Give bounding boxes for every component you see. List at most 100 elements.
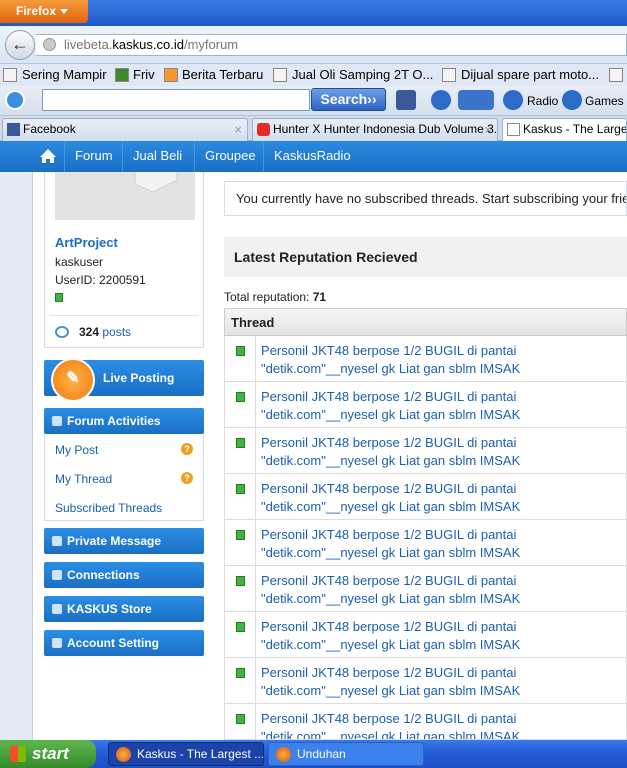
- bookmarks-bar: Sering Mampir Friv Berita Terbaru Jual O…: [0, 64, 627, 86]
- games-icon[interactable]: [562, 90, 582, 110]
- tab-strip: Facebook × Hunter X Hunter Indonesia Dub …: [0, 116, 627, 141]
- dropdown-arrow-icon: [60, 9, 69, 15]
- toolbar-logo-icon[interactable]: [5, 90, 25, 110]
- tab-kaskus[interactable]: Kaskus - The Largest: [502, 118, 627, 141]
- forum-activities-header[interactable]: Forum Activities: [44, 408, 204, 434]
- profile-username[interactable]: ArtProject: [55, 235, 118, 250]
- reputation-positive-icon: [236, 622, 245, 632]
- bookmark-friv[interactable]: Friv: [133, 67, 155, 82]
- thread-link[interactable]: Personil JKT48 berpose 1/2 BUGIL di pant…: [261, 710, 621, 739]
- posts-label: posts: [102, 325, 132, 339]
- tab-label: Hunter X Hunter Indonesia Dub Volume 3..…: [273, 122, 498, 136]
- radio-icon[interactable]: [503, 90, 523, 110]
- facebook-icon: [7, 123, 20, 136]
- kaskus-icon: [507, 123, 520, 136]
- connections-label: Connections: [67, 568, 140, 582]
- people-icon: [52, 570, 62, 580]
- facebook-icon[interactable]: [396, 90, 416, 110]
- thread-link[interactable]: Personil JKT48 berpose 1/2 BUGIL di pant…: [261, 664, 621, 700]
- toolbar-radio-label[interactable]: Radio: [527, 94, 558, 108]
- forum-activities-label: Forum Activities: [67, 414, 161, 428]
- reputation-positive-icon: [236, 346, 245, 356]
- reputation-positive-icon: [236, 484, 245, 494]
- taskbar-item-label: Unduhan: [297, 747, 346, 761]
- table-row: Personil JKT48 berpose 1/2 BUGIL di pant…: [224, 336, 627, 382]
- firefox-icon: [276, 747, 291, 762]
- thread-link[interactable]: Personil JKT48 berpose 1/2 BUGIL di pant…: [261, 572, 621, 608]
- post-count-value: 324: [79, 325, 100, 339]
- help-badge-icon[interactable]: ?: [181, 443, 193, 455]
- taskbar-item-unduhan[interactable]: Unduhan: [268, 742, 424, 766]
- table-row: Personil JKT48 berpose 1/2 BUGIL di pant…: [224, 382, 627, 428]
- wrench-icon: [52, 638, 62, 648]
- page-side-gutter: [0, 172, 33, 740]
- online-status-icon: [55, 293, 63, 302]
- reputation-positive-icon: [236, 576, 245, 586]
- bookmark-dijual-spare-part[interactable]: Dijual spare part moto...: [461, 67, 599, 82]
- lock-icon[interactable]: [431, 90, 451, 110]
- private-message-label: Private Message: [67, 534, 162, 548]
- firefox-menu-label: Firefox: [16, 4, 57, 18]
- bookmark-berita-terbaru[interactable]: Berita Terbaru: [182, 67, 263, 82]
- rss-icon: [164, 68, 178, 82]
- thread-link[interactable]: Personil JKT48 berpose 1/2 BUGIL di pant…: [261, 526, 621, 562]
- taskbar-item-label: Kaskus - The Largest ...: [137, 747, 264, 761]
- windows-logo-icon: [10, 746, 26, 762]
- table-row: Personil JKT48 berpose 1/2 BUGIL di pant…: [224, 428, 627, 474]
- nav-jual-beli[interactable]: Jual Beli: [122, 141, 192, 172]
- nav-kaskusradio[interactable]: KaskusRadio: [263, 141, 361, 172]
- home-icon[interactable]: [34, 141, 62, 172]
- account-setting-button[interactable]: Account Setting: [44, 630, 204, 656]
- back-button[interactable]: ←: [5, 30, 35, 60]
- connections-button[interactable]: Connections: [44, 562, 204, 588]
- sidebar-item-my-thread[interactable]: My Thread: [55, 472, 112, 486]
- thread-column-header[interactable]: Thread: [224, 308, 627, 336]
- close-icon[interactable]: ×: [484, 119, 492, 140]
- profile-user-id: UserID: 2200591: [55, 273, 146, 287]
- tab-hunter-x-hunter[interactable]: Hunter X Hunter Indonesia Dub Volume 3..…: [252, 118, 498, 141]
- account-setting-label: Account Setting: [67, 636, 159, 650]
- profile-role: kaskuser: [55, 255, 104, 269]
- live-posting-icon: ✎: [51, 358, 95, 402]
- url-domain: kaskus.co.id: [112, 37, 184, 52]
- toolbar-app-icon[interactable]: [458, 90, 494, 110]
- tab-facebook[interactable]: Facebook ×: [2, 118, 248, 141]
- thread-link[interactable]: Personil JKT48 berpose 1/2 BUGIL di pant…: [261, 388, 621, 424]
- firefox-icon: [116, 747, 131, 762]
- help-badge-icon[interactable]: ?: [181, 472, 193, 484]
- thread-link[interactable]: Personil JKT48 berpose 1/2 BUGIL di pant…: [261, 618, 621, 654]
- avatar[interactable]: [55, 172, 195, 220]
- url-bar[interactable]: livebeta.kaskus.co.id/myforum: [36, 34, 627, 56]
- kaskus-icon: [442, 68, 456, 82]
- nav-forum[interactable]: Forum: [64, 141, 123, 172]
- table-row: Personil JKT48 berpose 1/2 BUGIL di pant…: [224, 658, 627, 704]
- bookmark-jual-oli[interactable]: Jual Oli Samping 2T O...: [292, 67, 433, 82]
- total-reputation: Total reputation: 71: [224, 290, 326, 304]
- list-icon: [52, 416, 62, 426]
- bookmark-sering-mampir[interactable]: Sering Mampir: [22, 67, 107, 82]
- url-prefix: livebeta.: [64, 37, 113, 52]
- thread-link[interactable]: Personil JKT48 berpose 1/2 BUGIL di pant…: [261, 342, 621, 378]
- divider: [49, 315, 199, 316]
- nav-groupee[interactable]: Groupee: [194, 141, 266, 172]
- kaskus-store-button[interactable]: KASKUS Store: [44, 596, 204, 622]
- thread-link[interactable]: Personil JKT48 berpose 1/2 BUGIL di pant…: [261, 480, 621, 516]
- sidebar-item-subscribed-threads[interactable]: Subscribed Threads: [55, 501, 162, 515]
- toolbar-search-input[interactable]: [42, 89, 310, 111]
- speech-bubble-icon: [55, 326, 69, 338]
- toolbar-games-label[interactable]: Games: [585, 94, 624, 108]
- thread-link[interactable]: Personil JKT48 berpose 1/2 BUGIL di pant…: [261, 434, 621, 470]
- kaskus-icon: [609, 68, 623, 82]
- taskbar-item-kaskus[interactable]: Kaskus - The Largest ...: [108, 742, 264, 766]
- friv-icon: [115, 68, 129, 82]
- reputation-heading: Latest Reputation Recieved: [224, 237, 627, 277]
- table-row: Personil JKT48 berpose 1/2 BUGIL di pant…: [224, 612, 627, 658]
- firefox-menu-button[interactable]: Firefox: [0, 0, 88, 23]
- close-icon[interactable]: ×: [234, 119, 242, 140]
- window-titlebar: [0, 0, 627, 26]
- toolbar-search-button[interactable]: Search››: [311, 88, 386, 111]
- sidebar-item-my-post[interactable]: My Post: [55, 443, 98, 457]
- reputation-positive-icon: [236, 438, 245, 448]
- profile-post-count[interactable]: 324 posts: [79, 325, 131, 339]
- private-message-button[interactable]: Private Message: [44, 528, 204, 554]
